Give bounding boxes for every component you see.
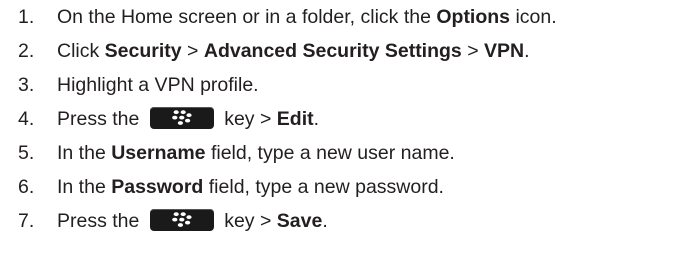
step-number: 4. (18, 108, 35, 130)
step-text-part: field, type a new password. (203, 176, 444, 198)
step-6: 6. In the Password field, type a new pas… (0, 170, 690, 204)
ui-term-advanced-security-settings: Advanced Security Settings (203, 40, 462, 62)
step-text-part: > (181, 40, 204, 62)
step-number: 7. (18, 210, 35, 232)
step-text-part: Press the (57, 210, 145, 232)
step-text-part: Click (57, 40, 105, 62)
step-text: On the Home screen or in a folder, click… (57, 0, 557, 34)
step-text-part: key > (218, 108, 277, 130)
step-text-part: In the (57, 176, 112, 198)
step-number: 1. (18, 6, 35, 28)
step-3: 3. Highlight a VPN profile. (0, 68, 690, 102)
ui-term-edit: Edit (276, 108, 314, 130)
step-number: 6. (18, 176, 35, 198)
step-text: Press the key > Edit. (57, 102, 319, 136)
step-number: 3. (18, 74, 35, 96)
step-4: 4. Press the key > Edit. (0, 102, 690, 136)
step-text-part: Highlight a VPN profile. (57, 74, 259, 96)
step-text: Click Security > Advanced Security Setti… (57, 34, 530, 68)
ui-term-save: Save (276, 210, 323, 232)
ui-term-options: Options (436, 6, 511, 28)
step-text: In the Username field, type a new user n… (57, 136, 455, 170)
blackberry-menu-key-icon (149, 107, 214, 129)
ui-term-password: Password (111, 176, 204, 198)
step-text-part: > (461, 40, 485, 62)
step-text-part: . (322, 210, 328, 232)
instruction-steps: 1. On the Home screen or in a folder, cl… (0, 0, 690, 238)
step-text-part: . (313, 108, 320, 130)
step-text: Highlight a VPN profile. (57, 68, 259, 102)
step-text-part: Press the (57, 108, 145, 130)
step-text-part: key > (218, 210, 277, 232)
step-number: 2. (18, 40, 35, 62)
step-text-part: icon. (510, 6, 557, 28)
ui-term-security: Security (104, 40, 182, 62)
ui-term-username: Username (111, 142, 206, 164)
step-7: 7. Press the key > Save. (0, 204, 690, 238)
step-text: In the Password field, type a new passwo… (57, 170, 444, 204)
step-text: Press the key > Save. (57, 204, 328, 238)
step-number: 5. (18, 142, 35, 164)
step-2: 2. Click Security > Advanced Security Se… (0, 34, 690, 68)
blackberry-menu-key-icon (149, 209, 214, 231)
step-text-part: In the (57, 142, 112, 164)
step-text-part: field, type a new user name. (205, 142, 455, 164)
step-5: 5. In the Username field, type a new use… (0, 136, 690, 170)
step-text-part: On the Home screen or in a folder, click… (57, 6, 437, 28)
step-1: 1. On the Home screen or in a folder, cl… (0, 0, 690, 34)
ui-term-vpn: VPN (484, 40, 525, 62)
step-text-part: . (524, 40, 530, 62)
